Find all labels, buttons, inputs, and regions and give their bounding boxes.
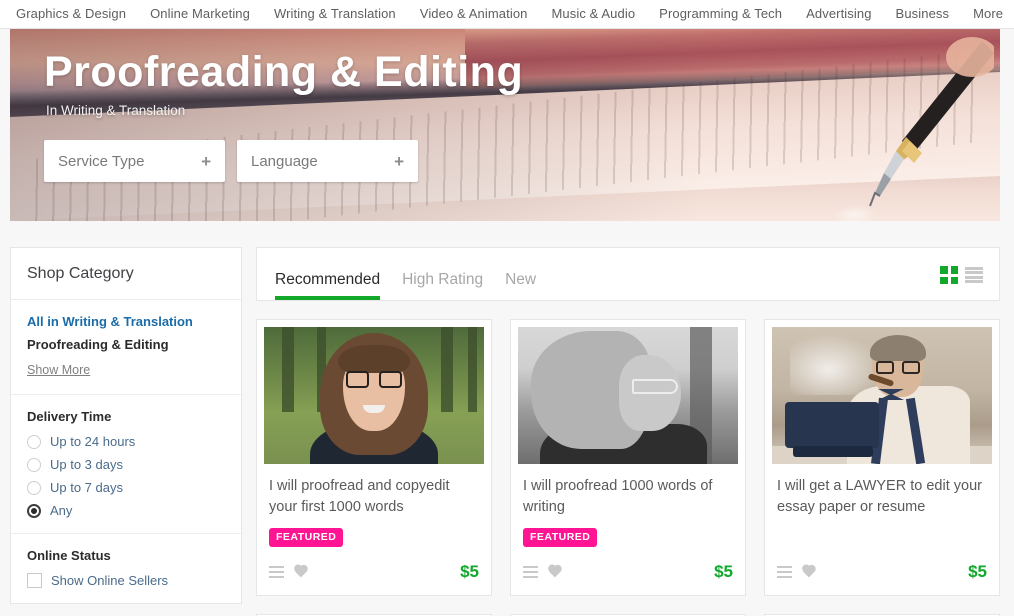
gig-card-body: I will get a LAWYER to edit your essay p…	[772, 464, 992, 595]
radio-icon[interactable]	[27, 434, 41, 449]
gig-card-footer: $5	[777, 556, 987, 595]
featured-badge: FEATURED	[523, 528, 598, 548]
show-online-sellers-option[interactable]: Show Online Sellers	[27, 573, 225, 588]
sort-tabs: Recommended High Rating New	[275, 248, 536, 300]
service-type-label: Service Type	[58, 152, 145, 170]
nav-item-video-animation[interactable]: Video & Animation	[408, 0, 540, 28]
tab-recommended[interactable]: Recommended	[275, 271, 381, 301]
show-online-sellers-label: Show Online Sellers	[51, 573, 169, 588]
language-label: Language	[251, 152, 318, 170]
favorite-heart-icon[interactable]	[547, 565, 562, 579]
delivery-option-label: Up to 7 days	[50, 480, 123, 495]
gig-card-body: I will proofread 1000 words of writing F…	[518, 464, 738, 595]
nav-item-advertising[interactable]: Advertising	[794, 0, 883, 28]
gig-card-grid: I will proofread and copyedit your first…	[256, 319, 1000, 597]
grid-view-icon[interactable]	[940, 266, 958, 284]
gig-card-actions	[269, 565, 308, 579]
radio-icon[interactable]	[27, 457, 41, 472]
compare-list-icon[interactable]	[269, 566, 284, 579]
delivery-option-3-days[interactable]: Up to 3 days	[27, 457, 225, 472]
favorite-heart-icon[interactable]	[801, 565, 816, 579]
delivery-option-7-days[interactable]: Up to 7 days	[27, 480, 225, 495]
plus-icon: +	[201, 151, 211, 171]
nav-item-graphics-design[interactable]: Graphics & Design	[8, 0, 138, 28]
nav-item-music-audio[interactable]: Music & Audio	[539, 0, 647, 28]
gig-card[interactable]: I will proofread 1000 words of writing F…	[510, 319, 746, 597]
view-mode-toggle	[940, 266, 983, 300]
gig-card-body: I will proofread and copyedit your first…	[264, 464, 484, 595]
hero-filter-group: Service Type + Language +	[44, 140, 523, 183]
compare-list-icon[interactable]	[523, 566, 538, 579]
delivery-option-label: Up to 24 hours	[50, 434, 136, 449]
gig-card[interactable]: I will proofread and copyedit your first…	[256, 319, 492, 597]
results-panel: Recommended High Rating New I will proof…	[256, 247, 1000, 616]
gig-card-footer: $5	[523, 556, 733, 595]
featured-badge: FEATURED	[269, 528, 344, 548]
list-view-icon[interactable]	[965, 266, 983, 284]
nav-item-programming-tech[interactable]: Programming & Tech	[647, 0, 794, 28]
filters-sidebar: Shop Category All in Writing & Translati…	[10, 247, 242, 604]
category-all-writing-translation[interactable]: All in Writing & Translation	[27, 314, 225, 329]
language-dropdown[interactable]: Language +	[237, 140, 418, 183]
service-type-dropdown[interactable]: Service Type +	[44, 140, 225, 183]
delivery-time-title: Delivery Time	[27, 409, 112, 424]
compare-list-icon[interactable]	[777, 566, 792, 579]
nav-item-writing-translation[interactable]: Writing & Translation	[262, 0, 408, 28]
hero-subtitle: In Writing & Translation	[46, 103, 186, 119]
online-status-filter-block: Online Status Show Online Sellers	[11, 534, 241, 603]
gig-card-actions	[777, 565, 816, 579]
gig-card-actions	[523, 565, 562, 579]
favorite-heart-icon[interactable]	[293, 565, 308, 579]
delivery-time-filter-block: Delivery Time Up to 24 hours Up to 3 day…	[11, 395, 241, 534]
delivery-option-24-hours[interactable]: Up to 24 hours	[27, 434, 225, 449]
top-navigation-bar: Graphics & Design Online Marketing Writi…	[0, 0, 1014, 29]
nav-item-online-marketing[interactable]: Online Marketing	[138, 0, 262, 28]
radio-icon-selected[interactable]	[27, 503, 41, 518]
show-more-link[interactable]: Show More	[27, 363, 90, 377]
online-status-title: Online Status	[27, 548, 111, 563]
gig-price: $5	[714, 562, 733, 582]
gig-card-footer: $5	[269, 556, 479, 595]
radio-icon[interactable]	[27, 480, 41, 495]
gig-card[interactable]: I will get a LAWYER to edit your essay p…	[764, 319, 1000, 597]
gig-title[interactable]: I will get a LAWYER to edit your essay p…	[777, 476, 987, 518]
gig-price: $5	[968, 562, 987, 582]
tab-high-rating[interactable]: High Rating	[402, 271, 483, 301]
category-filter-block: All in Writing & Translation Proofreadin…	[11, 300, 241, 395]
delivery-option-label: Any	[50, 503, 73, 518]
page-title: Proofreading & Editing	[44, 48, 524, 96]
gig-title[interactable]: I will proofread 1000 words of writing	[523, 476, 733, 518]
hero-content: Proofreading & Editing In Writing & Tran…	[44, 48, 524, 183]
tab-new[interactable]: New	[505, 271, 536, 301]
main-content: Shop Category All in Writing & Translati…	[0, 221, 1014, 616]
gig-price: $5	[460, 562, 479, 582]
plus-icon: +	[394, 151, 404, 171]
delivery-option-any[interactable]: Any	[27, 503, 225, 518]
nav-item-more[interactable]: More	[961, 0, 1014, 28]
checkbox-icon[interactable]	[27, 573, 42, 588]
hero-banner: Proofreading & Editing In Writing & Tran…	[10, 29, 1000, 221]
gig-thumbnail-woman-with-glasses-outdoors[interactable]	[264, 327, 484, 464]
nav-item-business[interactable]: Business	[884, 0, 962, 28]
gig-thumbnail-man-with-typewriter-and-pipe[interactable]	[772, 327, 992, 464]
results-tabs-bar: Recommended High Rating New	[256, 247, 1000, 301]
delivery-option-label: Up to 3 days	[50, 457, 123, 472]
shop-category-heading: Shop Category	[11, 248, 241, 300]
category-current-proofreading-editing: Proofreading & Editing	[27, 337, 169, 352]
gig-title[interactable]: I will proofread and copyedit your first…	[269, 476, 479, 518]
gig-thumbnail-woman-profile-grayscale[interactable]	[518, 327, 738, 464]
